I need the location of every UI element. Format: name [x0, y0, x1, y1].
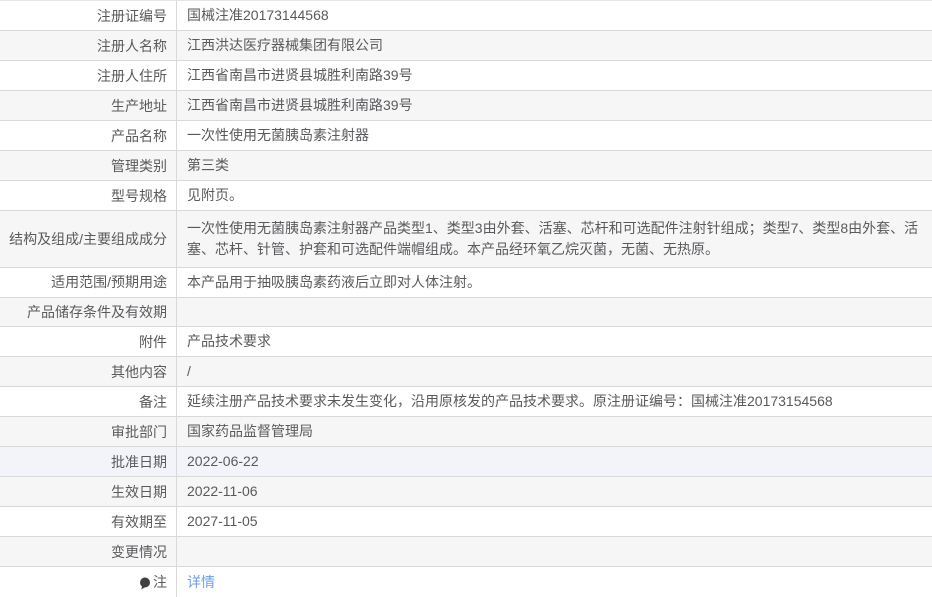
comment-icon: [140, 577, 150, 590]
row-label-text: 变更情况: [111, 543, 167, 560]
row-value-text: 江西省南昌市进贤县城胜利南路39号: [187, 97, 413, 113]
row-value-text: /: [187, 363, 191, 380]
row-label: 生产地址: [0, 91, 177, 120]
registration-info-table: 注册证编号 国械注准20173144568 注册人名称 江西洪达医疗器械集团有限公司注…: [0, 1, 932, 597]
table-row: 审批部门 国家药品监督管理局: [0, 417, 932, 448]
row-value: 详情: [177, 567, 932, 597]
row-label: 注册人名称: [0, 31, 177, 60]
row-label: 注册证编号: [0, 1, 177, 30]
row-value: 一次性使用无菌胰岛素注射器: [177, 121, 932, 150]
row-value: 国械注准20173144568: [177, 1, 932, 30]
table-row: 注册证编号 国械注准20173144568: [0, 1, 932, 31]
row-value-text: 2022-06-22: [187, 453, 259, 470]
row-value: [177, 537, 932, 566]
row-label: 管理类别: [0, 151, 177, 180]
row-label: 批准日期: [0, 447, 177, 477]
table-row: 生产地址 江西省南昌市进贤县城胜利南路39号: [0, 91, 932, 121]
row-value: [177, 298, 932, 327]
table-row: 生效日期 2022-11-06: [0, 477, 932, 508]
row-label-text: 有效期至: [111, 513, 167, 530]
table-row: 有效期至 2027-11-05: [0, 507, 932, 538]
row-label-text: 其他内容: [111, 363, 167, 380]
table-row: 其他内容 /: [0, 357, 932, 388]
row-value: 江西洪达医疗器械集团有限公司: [177, 31, 932, 60]
row-label: 产品名称: [0, 121, 177, 150]
row-value-text: 一次性使用无菌胰岛素注射器: [187, 127, 369, 143]
table-row: 结构及组成/主要组成成分 一次性使用无菌胰岛素注射器产品类型1、类型3由外套、活塞…: [0, 211, 932, 268]
table-row: 变更情况: [0, 537, 932, 568]
row-label: 注: [0, 567, 177, 597]
table-row: 管理类别 第三类: [0, 151, 932, 181]
row-label: 产品储存条件及有效期: [0, 297, 177, 327]
table-row: 适用范围/预期用途 本产品用于抽吸胰岛素药液后立即对人体注射。: [0, 267, 932, 298]
row-label-text: 管理类别: [111, 157, 167, 174]
row-label-text: 附件: [139, 333, 167, 350]
row-label: 有效期至: [0, 507, 177, 537]
row-value: 本产品用于抽吸胰岛素药液后立即对人体注射。: [177, 268, 932, 297]
row-value-text: 一次性使用无菌胰岛素注射器产品类型1、类型3由外套、活塞、芯杆和可选配件注射针组…: [187, 219, 919, 257]
table-row: 型号规格 见附页。: [0, 181, 932, 211]
row-label-text: 注册人名称: [97, 37, 167, 54]
row-value: 2022-11-06: [177, 477, 932, 506]
row-label: 变更情况: [0, 537, 177, 567]
row-label-text: 批准日期: [111, 453, 167, 470]
row-label-text: 生效日期: [111, 483, 167, 500]
row-value: 江西省南昌市进贤县城胜利南路39号: [177, 91, 932, 120]
row-value: 2027-11-05: [177, 507, 932, 536]
row-value: 见附页。: [177, 181, 932, 210]
row-value-text: 国家药品监督管理局: [187, 423, 313, 440]
row-label-text: 注册证编号: [97, 7, 167, 24]
row-label-text: 产品储存条件及有效期: [27, 304, 167, 320]
row-label-text: 产品名称: [111, 127, 167, 144]
row-value-text: 本产品用于抽吸胰岛素药液后立即对人体注射。: [187, 273, 481, 290]
row-value-text: 延续注册产品技术要求未发生变化，沿用原核发的产品技术要求。原注册证编号：国械注准…: [187, 393, 833, 410]
row-label-text: 审批部门: [111, 423, 167, 440]
table-row: 备注 延续注册产品技术要求未发生变化，沿用原核发的产品技术要求。原注册证编号：国械…: [0, 387, 932, 418]
row-value-text: 2022-11-06: [187, 483, 258, 500]
row-label: 注册人住所: [0, 61, 177, 90]
row-label-text: 注: [153, 574, 167, 591]
detail-link[interactable]: 详情: [187, 572, 215, 593]
row-label: 适用范围/预期用途: [0, 267, 177, 297]
table-row: 产品储存条件及有效期: [0, 297, 932, 328]
row-label-text: 生产地址: [111, 97, 167, 114]
row-value-text: 江西省南昌市进贤县城胜利南路39号: [187, 67, 413, 83]
table-row: 产品名称 一次性使用无菌胰岛素注射器: [0, 121, 932, 151]
row-value: 一次性使用无菌胰岛素注射器产品类型1、类型3由外套、活塞、芯杆和可选配件注射针组…: [177, 211, 932, 267]
row-label: 结构及组成/主要组成成分: [0, 211, 177, 267]
row-value: 第三类: [177, 151, 932, 180]
table-row: 批准日期 2022-06-22: [0, 447, 932, 478]
row-label: 型号规格: [0, 181, 177, 210]
row-value-text: 第三类: [187, 157, 229, 173]
row-value: /: [177, 357, 932, 386]
row-value: 产品技术要求: [177, 327, 932, 356]
row-label-text: 结构及组成/主要组成成分: [9, 230, 167, 247]
row-value: 2022-06-22: [177, 447, 932, 476]
row-value: 江西省南昌市进贤县城胜利南路39号: [177, 61, 932, 90]
table-row: 注册人住所 江西省南昌市进贤县城胜利南路39号: [0, 61, 932, 91]
row-label: 附件: [0, 327, 177, 357]
table-row: 注 详情: [0, 567, 932, 597]
row-value: 国家药品监督管理局: [177, 417, 932, 446]
row-label: 生效日期: [0, 477, 177, 507]
row-value-text: 2027-11-05: [187, 513, 258, 530]
row-label: 备注: [0, 387, 177, 417]
row-label-text: 备注: [139, 393, 167, 410]
registration-detail-page: 注册证编号 国械注准20173144568 注册人名称 江西洪达医疗器械集团有限公司注…: [0, 0, 932, 597]
row-value: 延续注册产品技术要求未发生变化，沿用原核发的产品技术要求。原注册证编号：国械注准…: [177, 387, 932, 416]
row-label: 其他内容: [0, 357, 177, 387]
row-label: 审批部门: [0, 417, 177, 447]
table-row: 注册人名称 江西洪达医疗器械集团有限公司: [0, 31, 932, 61]
row-value-text: 产品技术要求: [187, 333, 271, 350]
row-value-text: 见附页。: [187, 187, 243, 203]
row-value-text: 国械注准20173144568: [187, 7, 329, 23]
row-label-text: 注册人住所: [97, 67, 167, 84]
row-label-text: 型号规格: [111, 187, 167, 204]
row-value-text: 江西洪达医疗器械集团有限公司: [187, 37, 383, 53]
row-label-text: 适用范围/预期用途: [51, 274, 167, 291]
table-row: 附件 产品技术要求: [0, 327, 932, 358]
